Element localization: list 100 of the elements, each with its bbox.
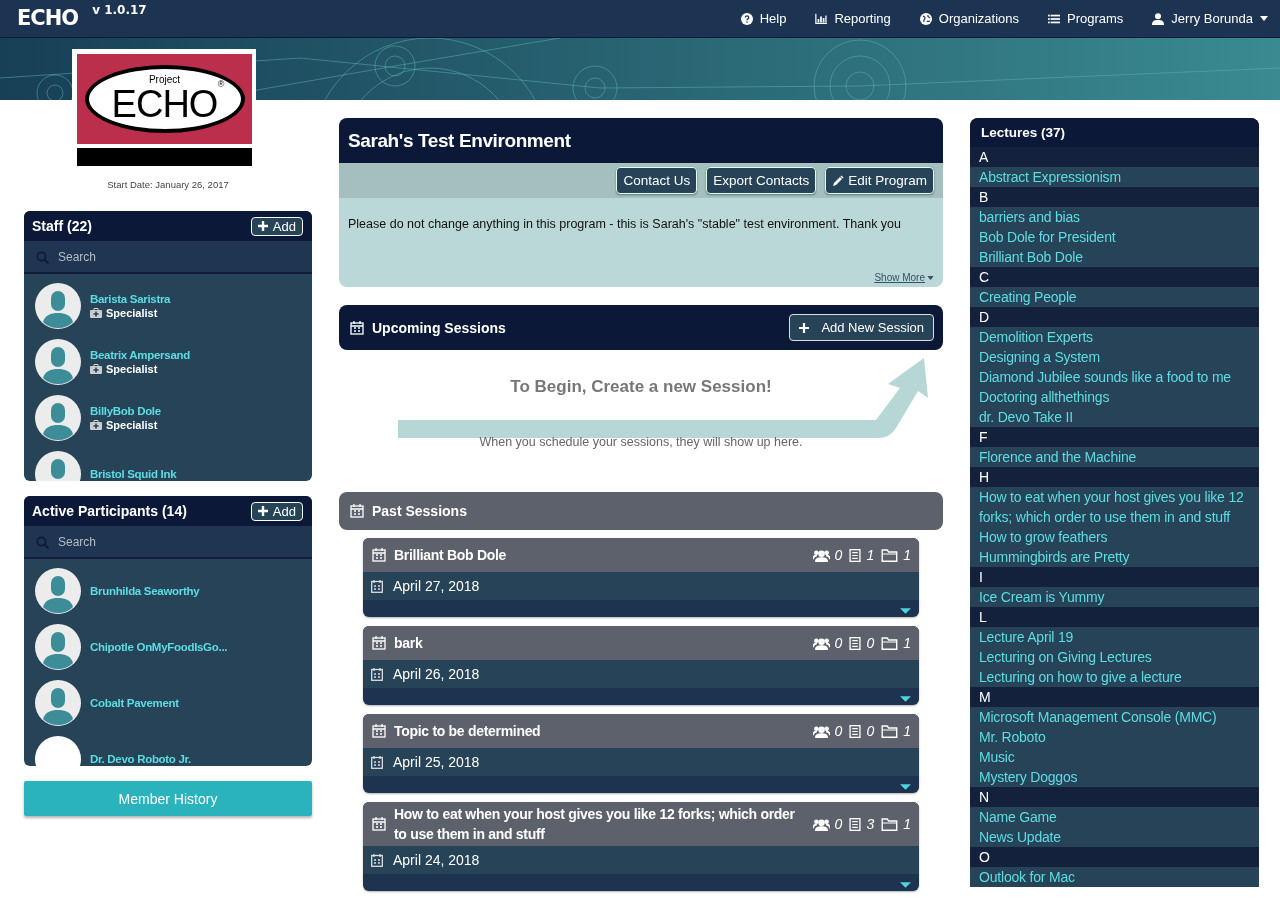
calendar-icon: [372, 636, 386, 650]
session-card[interactable]: How to eat when your host gives you like 12 forks; which order to use them in and stuff 0 3 1 April 24, 2018: [363, 802, 919, 891]
calendar-icon: [372, 724, 386, 738]
lecture-link[interactable]: Brilliant Bob Dole: [979, 247, 1250, 267]
people-icon: [812, 724, 830, 738]
section-title: Upcoming Sessions: [372, 319, 506, 336]
session-date: April 24, 2018: [393, 852, 480, 868]
lecture-link[interactable]: Mr. Roboto: [979, 727, 1250, 747]
member-role: Specialist: [90, 363, 190, 375]
calendar-icon: [371, 579, 383, 593]
member-name[interactable]: Barista Saristra: [90, 293, 171, 305]
lecture-link[interactable]: Diamond Jubilee sounds like a food to me: [979, 367, 1250, 387]
add-button[interactable]: Add: [250, 501, 303, 521]
nav-link[interactable]: Organizations: [919, 11, 1019, 26]
calendar-icon: [350, 504, 364, 518]
expand-caret-icon[interactable]: [900, 882, 911, 888]
program-logo: Project ECHO®: [72, 49, 256, 167]
session-card[interactable]: bark 0 0 1 April 26, 2018: [363, 626, 919, 705]
avatar-silhouette-icon: [35, 680, 81, 726]
nav-link[interactable]: Programs: [1048, 11, 1124, 26]
plus-icon: [799, 322, 810, 333]
lecture-link[interactable]: Outlook for Mac: [979, 867, 1250, 887]
lecture-link[interactable]: dr. Devo Take II: [979, 407, 1250, 427]
medical-bag-icon: [90, 308, 102, 318]
lecture-link[interactable]: Lecturing on Giving Lectures: [979, 647, 1250, 667]
expand-caret-icon[interactable]: [900, 696, 911, 702]
empty-state-title: To Begin, Create a new Session!: [510, 377, 772, 397]
lecture-link[interactable]: Lecturing on how to give a lecture: [979, 667, 1250, 687]
nav-link[interactable]: Reporting: [815, 11, 891, 26]
program-button[interactable]: Contact Us: [616, 167, 698, 194]
lecture-link[interactable]: How to eat when your host gives you like 12 forks; which order to use them in and stuff: [979, 487, 1250, 527]
lecture-link[interactable]: Music: [979, 747, 1250, 767]
calendar-icon: [372, 548, 386, 562]
lecture-link[interactable]: News Update: [979, 827, 1250, 847]
pencil-icon: [832, 174, 845, 187]
member-name[interactable]: Brunhilda Seaworthy: [90, 585, 200, 597]
search-field[interactable]: Search: [24, 241, 312, 274]
expand-caret-icon[interactable]: [900, 608, 911, 614]
member-name[interactable]: Bristol Squid Ink: [90, 468, 177, 480]
participant-count: 0: [834, 635, 843, 651]
nav-link[interactable]: Jerry Borunda: [1152, 11, 1268, 26]
add-button[interactable]: Add: [250, 216, 303, 236]
file-count: 1: [903, 635, 911, 651]
member-name[interactable]: Beatrix Ampersand: [90, 349, 190, 361]
file-count: 1: [903, 816, 911, 832]
lecture-link[interactable]: Mystery Doggos: [979, 767, 1250, 787]
folder-icon: [881, 548, 899, 562]
add-session-button[interactable]: Add New Session: [789, 314, 934, 341]
lecture-link[interactable]: Lecture April 19: [979, 627, 1250, 647]
letter-heading: B: [970, 187, 1259, 207]
folder-icon: [881, 636, 899, 650]
document-icon: [849, 636, 862, 650]
document-icon: [849, 817, 862, 831]
echo-logo[interactable]: ECHO: [17, 6, 79, 30]
nav-link[interactable]: Help: [740, 11, 787, 26]
caret-icon: [927, 275, 934, 280]
session-title: Topic to be determined: [394, 722, 542, 741]
member-name[interactable]: Cobalt Pavement: [90, 697, 179, 709]
lecture-link[interactable]: Florence and the Machine: [979, 447, 1250, 467]
caret-icon: [1260, 16, 1268, 21]
letter-heading: N: [970, 787, 1259, 807]
panel-title: Lectures (37): [981, 125, 1066, 140]
lecture-link[interactable]: Ice Cream is Yummy: [979, 587, 1250, 607]
medical-bag-icon: [90, 420, 102, 430]
search-icon: [36, 251, 49, 264]
people-icon: [812, 817, 830, 831]
plus-icon: [257, 221, 268, 231]
lecture-link[interactable]: Abstract Expressionism: [979, 167, 1250, 187]
member-name[interactable]: BillyBob Dole: [90, 405, 161, 417]
lecture-link[interactable]: Bob Dole for President: [979, 227, 1250, 247]
bar-chart-icon: [815, 12, 828, 25]
lecture-link[interactable]: Designing a System: [979, 347, 1250, 367]
user-icon: [1152, 12, 1165, 25]
letter-heading: F: [970, 427, 1259, 447]
session-card[interactable]: Topic to be determined 0 0 1 April 25, 2018: [363, 714, 919, 793]
avatar-silhouette-icon: [35, 624, 81, 670]
show-more-link[interactable]: Show More: [874, 272, 934, 283]
member-name[interactable]: Dr. Devo Roboto Jr.: [90, 753, 191, 765]
section-title: Past Sessions: [372, 503, 467, 519]
search-field[interactable]: Search: [24, 526, 312, 559]
lecture-link[interactable]: Doctoring allthethings: [979, 387, 1250, 407]
file-count: 1: [903, 723, 911, 739]
lecture-link[interactable]: Microsoft Management Console (MMC): [979, 707, 1250, 727]
lecture-link[interactable]: barriers and bias: [979, 207, 1250, 227]
letter-heading: D: [970, 307, 1259, 327]
program-button[interactable]: Export Contacts: [706, 167, 817, 194]
avatar-silhouette-icon: [35, 283, 81, 329]
lecture-link[interactable]: How to grow feathers: [979, 527, 1250, 547]
lecture-link[interactable]: Hummingbirds are Pretty: [979, 547, 1250, 567]
lecture-link[interactable]: Demolition Experts: [979, 327, 1250, 347]
expand-caret-icon[interactable]: [900, 784, 911, 790]
session-card[interactable]: Brilliant Bob Dole 0 1 1 April 27, 2018: [363, 538, 919, 617]
letter-heading: I: [970, 567, 1259, 587]
lecture-link[interactable]: Creating People: [979, 287, 1250, 307]
program-button[interactable]: Edit Program: [825, 167, 934, 194]
session-title: bark: [394, 634, 424, 653]
empty-state-text: When you schedule your sessions, they will show up here.: [479, 435, 803, 449]
member-role: Specialist: [90, 307, 171, 319]
lecture-link[interactable]: Name Game: [979, 807, 1250, 827]
member-name[interactable]: Chipotle OnMyFoodIsGo...: [90, 641, 228, 653]
